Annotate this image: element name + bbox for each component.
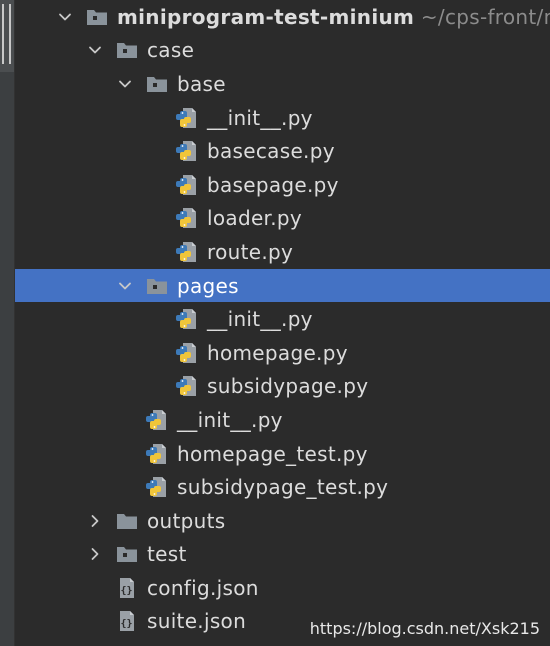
svg-text:{}: {} [121,619,133,630]
chevron-down-icon[interactable] [118,279,132,293]
tree-item-label: outputs [147,509,226,533]
tree-file-row[interactable]: subsidypage_test.py [15,470,550,504]
json-file-icon: {} [115,610,139,632]
python-file-icon [145,443,169,465]
tree-item-name: __init__.py [207,307,313,332]
tree-item-name: subsidypage_test.py [177,475,389,500]
package-folder-icon [115,39,139,61]
project-tool-window-tab[interactable] [0,0,14,72]
tree-item-name: suite.json [147,609,247,634]
tree-item-label: subsidypage_test.py [177,475,388,499]
python-file-icon [175,207,199,229]
tree-file-row[interactable]: __init__.py [15,101,550,135]
python-file-icon [145,476,169,498]
tree-item-label: __init__.py [207,106,313,130]
tree-folder-row[interactable]: pages [15,268,550,303]
tree-file-row[interactable]: {} config.json [15,571,550,605]
tree-item-label: homepage.py [207,341,348,365]
chevron-down-icon[interactable] [58,10,72,24]
python-file-icon [175,342,199,364]
tree-item-label: base [177,72,226,96]
project-path: ~/cps-front/mi [420,4,550,29]
tree-item-name: __init__.py [207,105,313,130]
tree-item-label: case [147,38,194,62]
tree-item-label: miniprogram-test-minium ~/cps-front/mi [117,5,550,29]
tree-item-name: homepage.py [207,340,348,365]
tree-item-label: route.py [207,240,293,264]
folder-icon [115,510,139,532]
tree-item-name: miniprogram-test-minium [117,4,415,29]
tree-file-row[interactable]: loader.py [15,202,550,236]
tree-file-row[interactable]: basecase.py [15,134,550,168]
tree-item-label: homepage_test.py [177,442,368,466]
tree-item-label: __init__.py [207,307,313,331]
tree-item-label: pages [177,274,239,298]
tree-file-row[interactable]: subsidypage.py [15,370,550,404]
tree-item-name: basecase.py [207,139,335,164]
chevron-right-icon[interactable] [88,547,102,561]
project-tab-glyph [2,4,11,64]
tree-item-label: subsidypage.py [207,374,368,398]
tree-item-label: test [147,542,187,566]
tree-folder-row[interactable]: miniprogram-test-minium ~/cps-front/mi [15,0,550,34]
tree-item-name: basepage.py [207,172,339,197]
tree-item-label: loader.py [207,206,302,230]
tree-item-name: config.json [147,575,259,600]
tree-item-name: test [147,542,187,567]
package-folder-icon [145,275,169,297]
chevron-right-icon[interactable] [88,514,102,528]
python-file-icon [175,241,199,263]
package-folder-icon [145,73,169,95]
json-file-icon: {} [115,577,139,599]
tree-file-row[interactable]: route.py [15,235,550,269]
tree-item-label: basecase.py [207,139,335,163]
python-file-icon [175,107,199,129]
python-file-icon [175,375,199,397]
watermark-text: https://blog.csdn.net/Xsk215 [309,619,540,638]
tree-folder-row[interactable]: test [15,538,550,572]
tree-item-name: loader.py [207,206,303,231]
package-folder-icon [85,6,109,28]
tree-item-name: base [177,71,226,96]
project-tree[interactable]: miniprogram-test-minium ~/cps-front/mi ca… [15,0,550,638]
tree-item-name: subsidypage.py [207,374,369,399]
python-file-icon [145,409,169,431]
tree-file-row[interactable]: homepage.py [15,336,550,370]
tree-item-name: route.py [207,239,294,264]
tree-item-name: outputs [147,508,226,533]
package-folder-icon [115,543,139,565]
tree-folder-row[interactable]: case [15,34,550,68]
python-file-icon [175,140,199,162]
svg-text:{}: {} [121,585,133,596]
tree-file-row[interactable]: basepage.py [15,168,550,202]
tool-window-stripe[interactable] [0,0,15,646]
tree-file-row[interactable]: __init__.py [15,302,550,336]
tree-item-name: case [147,38,195,63]
python-file-icon [175,308,199,330]
tree-item-label: suite.json [147,609,246,633]
tree-item-name: __init__.py [177,407,283,432]
chevron-down-icon[interactable] [118,77,132,91]
tree-item-name: homepage_test.py [177,441,368,466]
tree-item-label: config.json [147,576,259,600]
python-file-icon [175,174,199,196]
tree-file-row[interactable]: homepage_test.py [15,437,550,471]
tree-folder-row[interactable]: outputs [15,504,550,538]
tree-item-label: basepage.py [207,173,339,197]
chevron-down-icon[interactable] [88,43,102,57]
tree-folder-row[interactable]: base [15,67,550,101]
tree-item-name: pages [177,273,239,298]
tree-file-row[interactable]: __init__.py [15,403,550,437]
tree-item-label: __init__.py [177,408,283,432]
